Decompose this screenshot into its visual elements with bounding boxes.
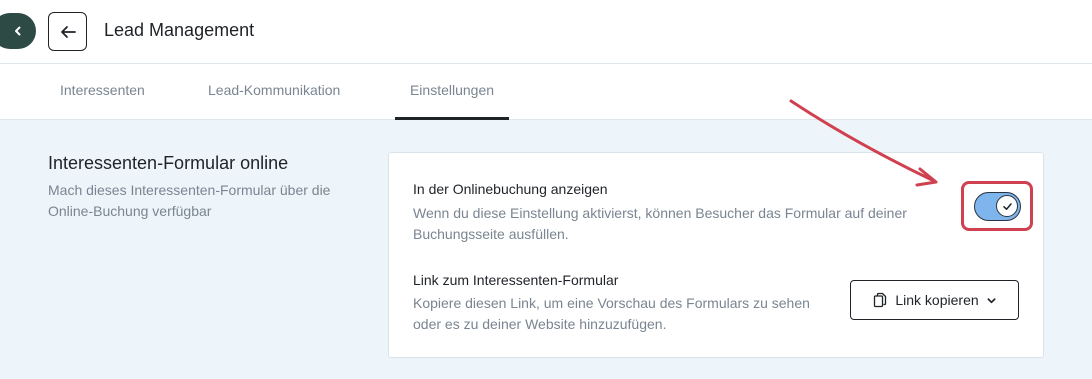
section-description: Mach dieses Interessenten-Formular über … (48, 182, 331, 219)
annotation-arrow-icon (789, 99, 938, 187)
page-title: Lead Management (104, 20, 255, 40)
online-booking-title: In der Onlinebuchung anzeigen (413, 181, 608, 197)
back-button[interactable] (48, 12, 87, 51)
sidebar-collapse-button[interactable] (0, 13, 36, 49)
copy-link-label: Link kopieren (895, 292, 979, 308)
form-link-description: Kopiere diesen Link, um eine Vorschau de… (413, 295, 810, 332)
tab-interessenten[interactable]: Interessenten (48, 64, 157, 120)
arrow-left-icon (60, 25, 76, 38)
online-booking-toggle[interactable] (974, 192, 1021, 221)
form-link-title: Link zum Interessenten-Formular (413, 272, 619, 288)
toggle-knob (996, 195, 1018, 217)
top-bar: Lead Management (0, 0, 1092, 64)
tab-lead-kommunikation[interactable]: Lead-Kommunikation (196, 64, 352, 120)
online-booking-description: Wenn du diese Einstellung aktivierst, kö… (413, 205, 907, 242)
copy-icon (874, 292, 887, 308)
chevron-left-icon (15, 26, 21, 36)
section-title: Interessenten-Formular online (48, 153, 289, 173)
check-icon (1002, 202, 1012, 210)
chevron-down-icon (987, 297, 996, 303)
copy-link-button[interactable]: Link kopieren (850, 280, 1019, 320)
tab-einstellungen[interactable]: Einstellungen (395, 64, 509, 120)
